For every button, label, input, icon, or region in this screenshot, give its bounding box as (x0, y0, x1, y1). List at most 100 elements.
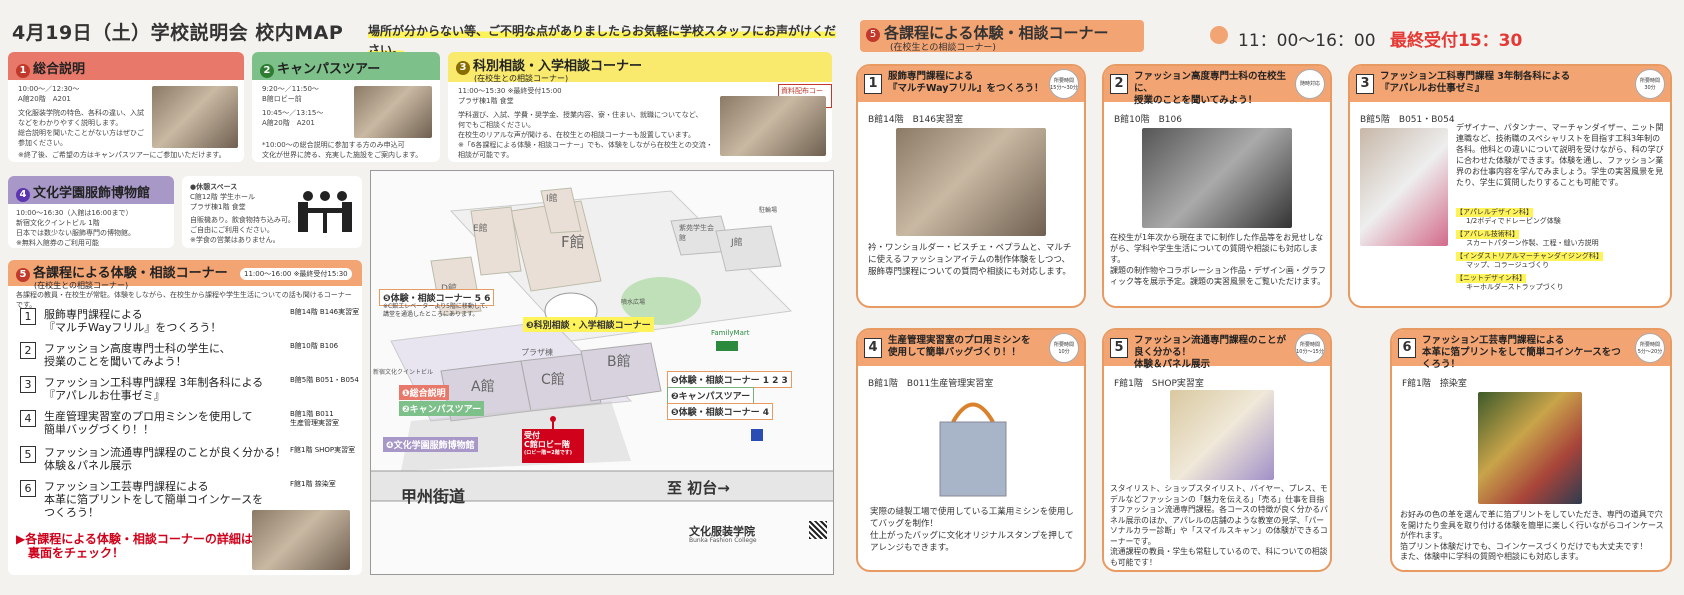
right-time: 11：00〜16：00 (1238, 31, 1376, 51)
list-item-text: ファッション工科専門課程 3年制各科による 『アパレルお仕事ゼミ』 (44, 376, 264, 402)
shion-hall: 紫苑学生会館 (679, 224, 714, 242)
map-note-2: 講堂を通過したところにあります。 (383, 311, 479, 318)
course-desc: 1/2ボディでドレーピング体験 (1466, 217, 1561, 225)
building-c: C館 (541, 372, 565, 388)
map-tag-experience-123[interactable]: ❺体験・相談コーナー 1 2 3 (667, 371, 792, 388)
qr-code-icon[interactable] (809, 521, 827, 539)
tour-time2: 10:45〜／13:15〜 (262, 109, 324, 117)
exp-card-location: B館14階 B146実習室 (868, 115, 963, 125)
section5-photo (252, 510, 350, 570)
section5-title: 各課程による体験・相談コーナー (33, 266, 228, 281)
rest-loc2: プラザ棟1階 食堂 (190, 203, 246, 211)
section5-card: 5 各課程による体験・相談コーナー (在校生との相談コーナー) 11:00〜16:… (8, 260, 362, 575)
reception-loc: C館ロビー階 (524, 440, 570, 449)
exp-card-photo (1478, 392, 1582, 504)
right-subtitle: (在校生との相談コーナー) (890, 43, 996, 53)
museum-desc: 日本では数少ない服飾専門の博物館。 (16, 229, 135, 237)
consult-title: 科別相談・入学相談コーナー (473, 59, 643, 74)
exp-card-body: 在校生が1年次から現在までに制作した作品等をお見せしながら、学科や学生生活につい… (1110, 233, 1326, 286)
exp-card-header: 2 ファッション高度専門士科の在校生に、 授業のことを聞いてみよう！ 随時対応 (1104, 66, 1330, 106)
map-tag-consultation[interactable]: ❸科別相談・入学相談コーナー (523, 317, 654, 332)
tour-desc: 文化が世界に誇る、充実した施設をご案内します。 (262, 151, 423, 159)
familymart-label: FamilyMart (711, 329, 750, 337)
course-desc: スカートパターン作製、工程・縫い方説明 (1466, 239, 1599, 247)
museum-card: 4 文化学園服飾博物館 10:00〜16:30（入館は16:00まで） 新宿文化ク… (8, 176, 174, 248)
overview-header: 1 総合説明 (8, 52, 244, 80)
list-item-text: ファッション流通専門課程のことが良く分かる！ 体験＆パネル展示 (44, 446, 286, 472)
course-name: 【アパレルデザイン科】 (1456, 208, 1533, 217)
consult-note: ※「6各課程による体験・相談コーナー」でも、体験をしながら在校生との交流・相談が… (458, 141, 713, 159)
exp-card-duration: 所要時間 15分〜30分 (1049, 69, 1079, 99)
museum-time: 10:00〜16:30（入館は16:00まで） (16, 209, 133, 217)
map-tag-tour-b[interactable]: ❷キャンパスツアー (667, 387, 755, 404)
back-page-cta[interactable]: ▶各課程による体験・相談コーナーの詳細は 裏面をチェック！ (16, 532, 253, 560)
tour-note: *10:00〜の総合説明に参加する方のみ申込可 (262, 141, 405, 149)
building-i: I館 (546, 194, 558, 204)
right-panel: 5 各課程による体験・相談コーナー (在校生との相談コーナー) 11：00〜16… (842, 0, 1684, 595)
right-header: 5 各課程による体験・相談コーナー (在校生との相談コーナー) (860, 20, 1144, 53)
rest-desc2: ご自由にご利用ください。 (190, 226, 274, 234)
building-f: F館 (561, 233, 585, 251)
exp-card-location: F館1階 捺染室 (1402, 379, 1467, 389)
exp-card-title: ファッション流通専門課程のことが良く分かる！ 体験＆パネル展示 (1134, 335, 1287, 370)
exp-card-title: ファッション高度専門士科の在校生に、 授業のことを聞いてみよう！ (1134, 71, 1287, 106)
bike-parking-label: 駐輪場 (759, 207, 778, 214)
exp-card-title: 服飾専門課程による 『マルチWayフリル』をつくろう！ (888, 71, 1044, 94)
course-desc: キーホルダーストラップづくり (1466, 283, 1564, 291)
list-item-location: F館1階 SHOP実習室 (290, 446, 356, 454)
overview-title: 総合説明 (33, 62, 86, 77)
overview-desc2: 総合説明を聞いたことがない方はぜひご参加ください。 (18, 129, 144, 147)
exp-card-body: お好みの色の革を選んで革に箔プリントをしていただき、専門の道具で穴を開けたり金具… (1400, 510, 1664, 561)
building-e: E館 (473, 224, 488, 234)
rest-table-icon (298, 191, 352, 233)
consult-desc3: 在校生のリアルな声が聞ける、在校生との相談コーナーも設置しています。 (458, 131, 695, 139)
consult-loc: プラザ棟1階 食堂 (458, 97, 514, 105)
museum-title: 文化学園服飾博物館 (33, 186, 151, 201)
overview-time: 10:00〜／12:30〜 (18, 85, 80, 93)
list-item-location: B館10階 B106 (290, 342, 339, 350)
consult-time: 11:00〜15:30 ※最終受付15:00 (458, 87, 562, 95)
tour-time1: 9:20〜／11:50〜 (262, 85, 319, 93)
overview-location: A館20階 A201 (18, 95, 71, 103)
museum-note: ※無料入館券のご利用可能 (16, 239, 99, 247)
map-tag-overview[interactable]: ❶総合説明 (399, 385, 449, 400)
hatsudai-direction: 至 初台→ (667, 479, 730, 497)
rest-note: ※学食の営業はありません。 (190, 236, 280, 244)
exp-card-body: 衿・ワンショルダー・ビスチェ・ペプラムと、マルチに使えるファッションアイテムの制… (868, 243, 1072, 277)
map-tag-experience-4[interactable]: ❺体験・相談コーナー 4 (667, 403, 774, 420)
course-name: 【アパレル技術科】 (1456, 230, 1519, 239)
exp-card-duration: 所要時間 5分〜20分 (1635, 333, 1665, 363)
exp-card-1: 1 服飾専門課程による 『マルチWayフリル』をつくろう！ 所要時間 15分〜30分… (856, 64, 1086, 308)
exp-card-photo (1142, 128, 1292, 228)
list-item-text: ファッション高度専門士科の学生に、 授業のことを聞いてみよう！ (44, 342, 231, 368)
map-tag-tour-a[interactable]: ❷キャンパスツアー (399, 401, 485, 416)
overview-desc: 文化服装学院の特色、各科の違い、入試などをわかりやすく説明します。 (18, 109, 144, 127)
exp-card-body: 実際の縫製工場で使用している工業用ミシンを使用してバッグを制作！ 仕上がったバッ… (870, 507, 1074, 553)
map-tag-museum[interactable]: ❹文化学園服飾博物館 (383, 437, 478, 452)
course-name: 【ニットデザイン科】 (1456, 274, 1526, 283)
exp-card-title: ファッション工芸専門課程による 本革に箔プリントをして簡単コインケースをつくろう… (1422, 335, 1621, 370)
overview-photo (152, 86, 238, 148)
consult-desc1: 学科選び、入試、学費・奨学金、授業内容、寮・住まい、就職についてなど、 (458, 111, 703, 119)
plaza-building: プラザ棟 (521, 348, 553, 357)
museum-loc: 新宿文化クイントビル 1階 (16, 219, 100, 227)
exp-card-header: 1 服飾専門課程による 『マルチWayフリル』をつくろう！ 所要時間 15分〜30分 (858, 66, 1084, 102)
campus-map: F館 E館 D館 I館 J館 紫苑学生会館 A館 C館 B館 プラザ棟 Fami… (370, 170, 834, 575)
course-name: 【インダストリアルマーチャンダイジング科】 (1456, 252, 1603, 261)
list-item-location: B館14階 B146実習室 (290, 308, 360, 316)
exp-card-photo (1360, 128, 1448, 246)
rest-card: ●休憩スペース C館12階 学生ホール プラザ棟1階 食堂 自販機あり。飲食物持… (182, 176, 362, 248)
reception-label: 受付 (524, 431, 540, 440)
tour-loc1: B館ロビー前 (262, 95, 302, 103)
building-j: J館 (731, 238, 743, 248)
exp-card-title: ファッション工科専門課程 3年制各科による 『アパレルお仕事ゼミ』 (1380, 71, 1571, 94)
rest-desc1: 自販機あり。飲食物持ち込み可。 (190, 216, 295, 224)
course-desc: マップ、コラージュづくり (1466, 261, 1550, 269)
building-b: B館 (607, 354, 631, 370)
building-a: A館 (471, 379, 495, 395)
tour-loc2: A館20階 A201 (262, 119, 315, 127)
right-deadline: 最終受付15：30 (1390, 31, 1523, 51)
exp-card-body: スタイリスト、ショップスタイリスト、バイヤー、プレス、モデルなどファッションの「… (1110, 484, 1328, 567)
tour-title: キャンパスツアー (277, 62, 381, 77)
list-item-text: 服飾専門課程による 『マルチWayフリル』をつくろう！ (44, 308, 222, 334)
